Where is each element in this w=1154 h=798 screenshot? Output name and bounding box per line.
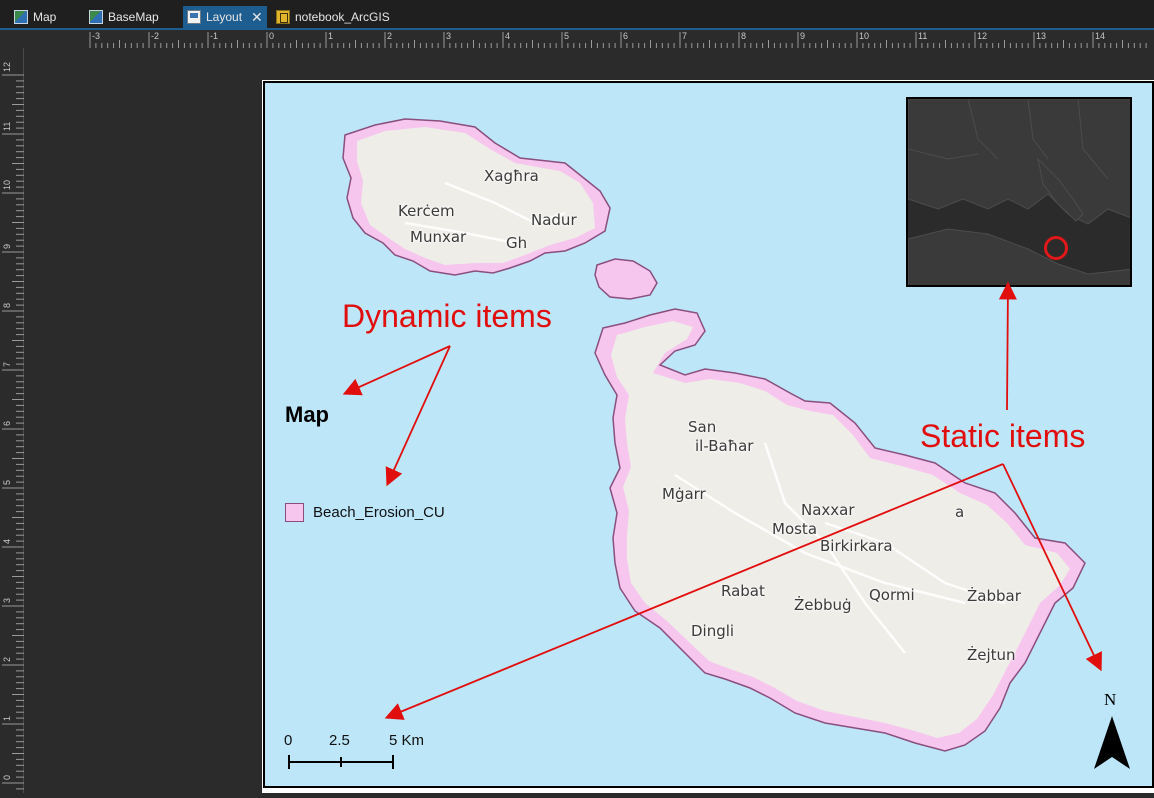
notebook-icon <box>276 10 290 24</box>
ruler-label: 12 <box>2 62 12 72</box>
map-icon <box>89 10 103 24</box>
tab-layout-label: Layout <box>206 10 243 24</box>
ruler-label: 9 <box>800 31 805 41</box>
horizontal-ruler[interactable]: -3 -2 -1 0 1 2 3 4 5 6 7 8 9 10 11 12 13 14 <box>24 28 1154 48</box>
document-tab-bar: Map BaseMap Layout ✕ notebook_ArcGIS <box>0 0 1154 28</box>
north-arrow-icon[interactable] <box>1091 714 1133 772</box>
ruler-label: 6 <box>623 31 628 41</box>
ruler-label: 12 <box>977 31 987 41</box>
ruler-label: 2 <box>2 657 12 662</box>
overview-map <box>908 99 1130 285</box>
tab-basemap-label: BaseMap <box>108 10 159 24</box>
ruler-label: 5 <box>564 31 569 41</box>
tab-basemap[interactable]: BaseMap <box>85 6 163 28</box>
ruler-label: 5 <box>2 480 12 485</box>
horizontal-ruler-scale: -3 -2 -1 0 1 2 3 4 5 6 7 8 9 10 11 12 13 14 <box>89 31 1147 48</box>
ruler-label: 10 <box>2 180 12 190</box>
overview-landmass <box>908 99 1130 225</box>
extent-indicator <box>1044 236 1068 260</box>
ruler-label: 4 <box>505 31 510 41</box>
ruler-label: 1 <box>2 716 12 721</box>
ruler-label: -1 <box>210 31 218 41</box>
north-arrow-label: N <box>1104 690 1117 709</box>
place-label: Żebbuġ <box>794 596 852 614</box>
place-label: Żabbar <box>967 587 1021 605</box>
place-label: Birkirkara <box>820 537 893 555</box>
ruler-label: 11 <box>918 31 927 41</box>
layout-icon <box>187 10 201 24</box>
ruler-label: 3 <box>446 31 451 41</box>
legend-label[interactable]: Beach_Erosion_CU <box>313 504 445 521</box>
annotation-static: Static items <box>920 418 1086 454</box>
place-label: Xagħra <box>484 167 539 185</box>
place-label: a <box>955 503 965 521</box>
scale-label: 0 <box>284 732 293 749</box>
ruler-label: 9 <box>2 244 12 249</box>
ruler-corner <box>0 28 24 48</box>
ruler-label: 6 <box>2 421 12 426</box>
place-label: Naxxar <box>801 501 855 519</box>
legend-swatch <box>285 503 304 522</box>
tab-map[interactable]: Map <box>10 6 60 28</box>
tab-map-label: Map <box>33 10 57 24</box>
place-label: Kerċem <box>398 202 455 220</box>
ruler-label: 2 <box>387 31 392 41</box>
place-label: Dingli <box>691 622 735 640</box>
ruler-label: -2 <box>151 31 159 41</box>
ruler-label: 8 <box>741 31 746 41</box>
tab-notebook-label: notebook_ArcGIS <box>295 10 390 24</box>
ruler-label: 10 <box>859 31 869 41</box>
vertical-ruler[interactable]: 12 11 10 9 8 7 6 5 4 3 2 1 0 <box>0 48 24 793</box>
tab-notebook[interactable]: notebook_ArcGIS <box>272 6 394 28</box>
place-label: Żejtun <box>967 646 1016 664</box>
place-label: Qormi <box>869 586 915 604</box>
place-label: Gh <box>506 234 528 252</box>
place-label: Mġarr <box>662 485 706 503</box>
place-label: Rabat <box>721 582 765 600</box>
scale-label: 2.5 <box>329 732 350 749</box>
place-label: Nadur <box>531 211 577 229</box>
ruler-label: 0 <box>2 775 12 780</box>
ruler-label: 4 <box>2 539 12 544</box>
map-title[interactable]: Map <box>285 402 329 428</box>
place-label: il-Baħar <box>695 437 754 455</box>
tab-layout[interactable]: Layout ✕ <box>183 6 267 28</box>
place-label: Mosta <box>772 520 818 538</box>
vertical-ruler-scale: 1211109876543210 <box>2 62 24 790</box>
ruler-label: 11 <box>2 122 12 131</box>
ruler-label: 14 <box>1095 31 1105 41</box>
ruler-label: 13 <box>1036 31 1046 41</box>
ruler-label: 7 <box>2 362 12 367</box>
ruler-label: -3 <box>92 31 100 41</box>
ruler-label: 3 <box>2 598 12 603</box>
scale-bar[interactable] <box>285 752 400 772</box>
ruler-label: 0 <box>269 31 274 41</box>
overview-map-frame[interactable] <box>906 97 1132 287</box>
ruler-label: 7 <box>682 31 687 41</box>
ruler-label: 1 <box>328 31 333 41</box>
ruler-label: 8 <box>2 303 12 308</box>
place-label: Munxar <box>410 228 467 246</box>
scale-label: 5 Km <box>389 732 425 749</box>
close-icon[interactable]: ✕ <box>251 9 263 26</box>
annotation-dynamic: Dynamic items <box>342 298 552 334</box>
map-icon <box>14 10 28 24</box>
place-label: San <box>688 418 717 436</box>
